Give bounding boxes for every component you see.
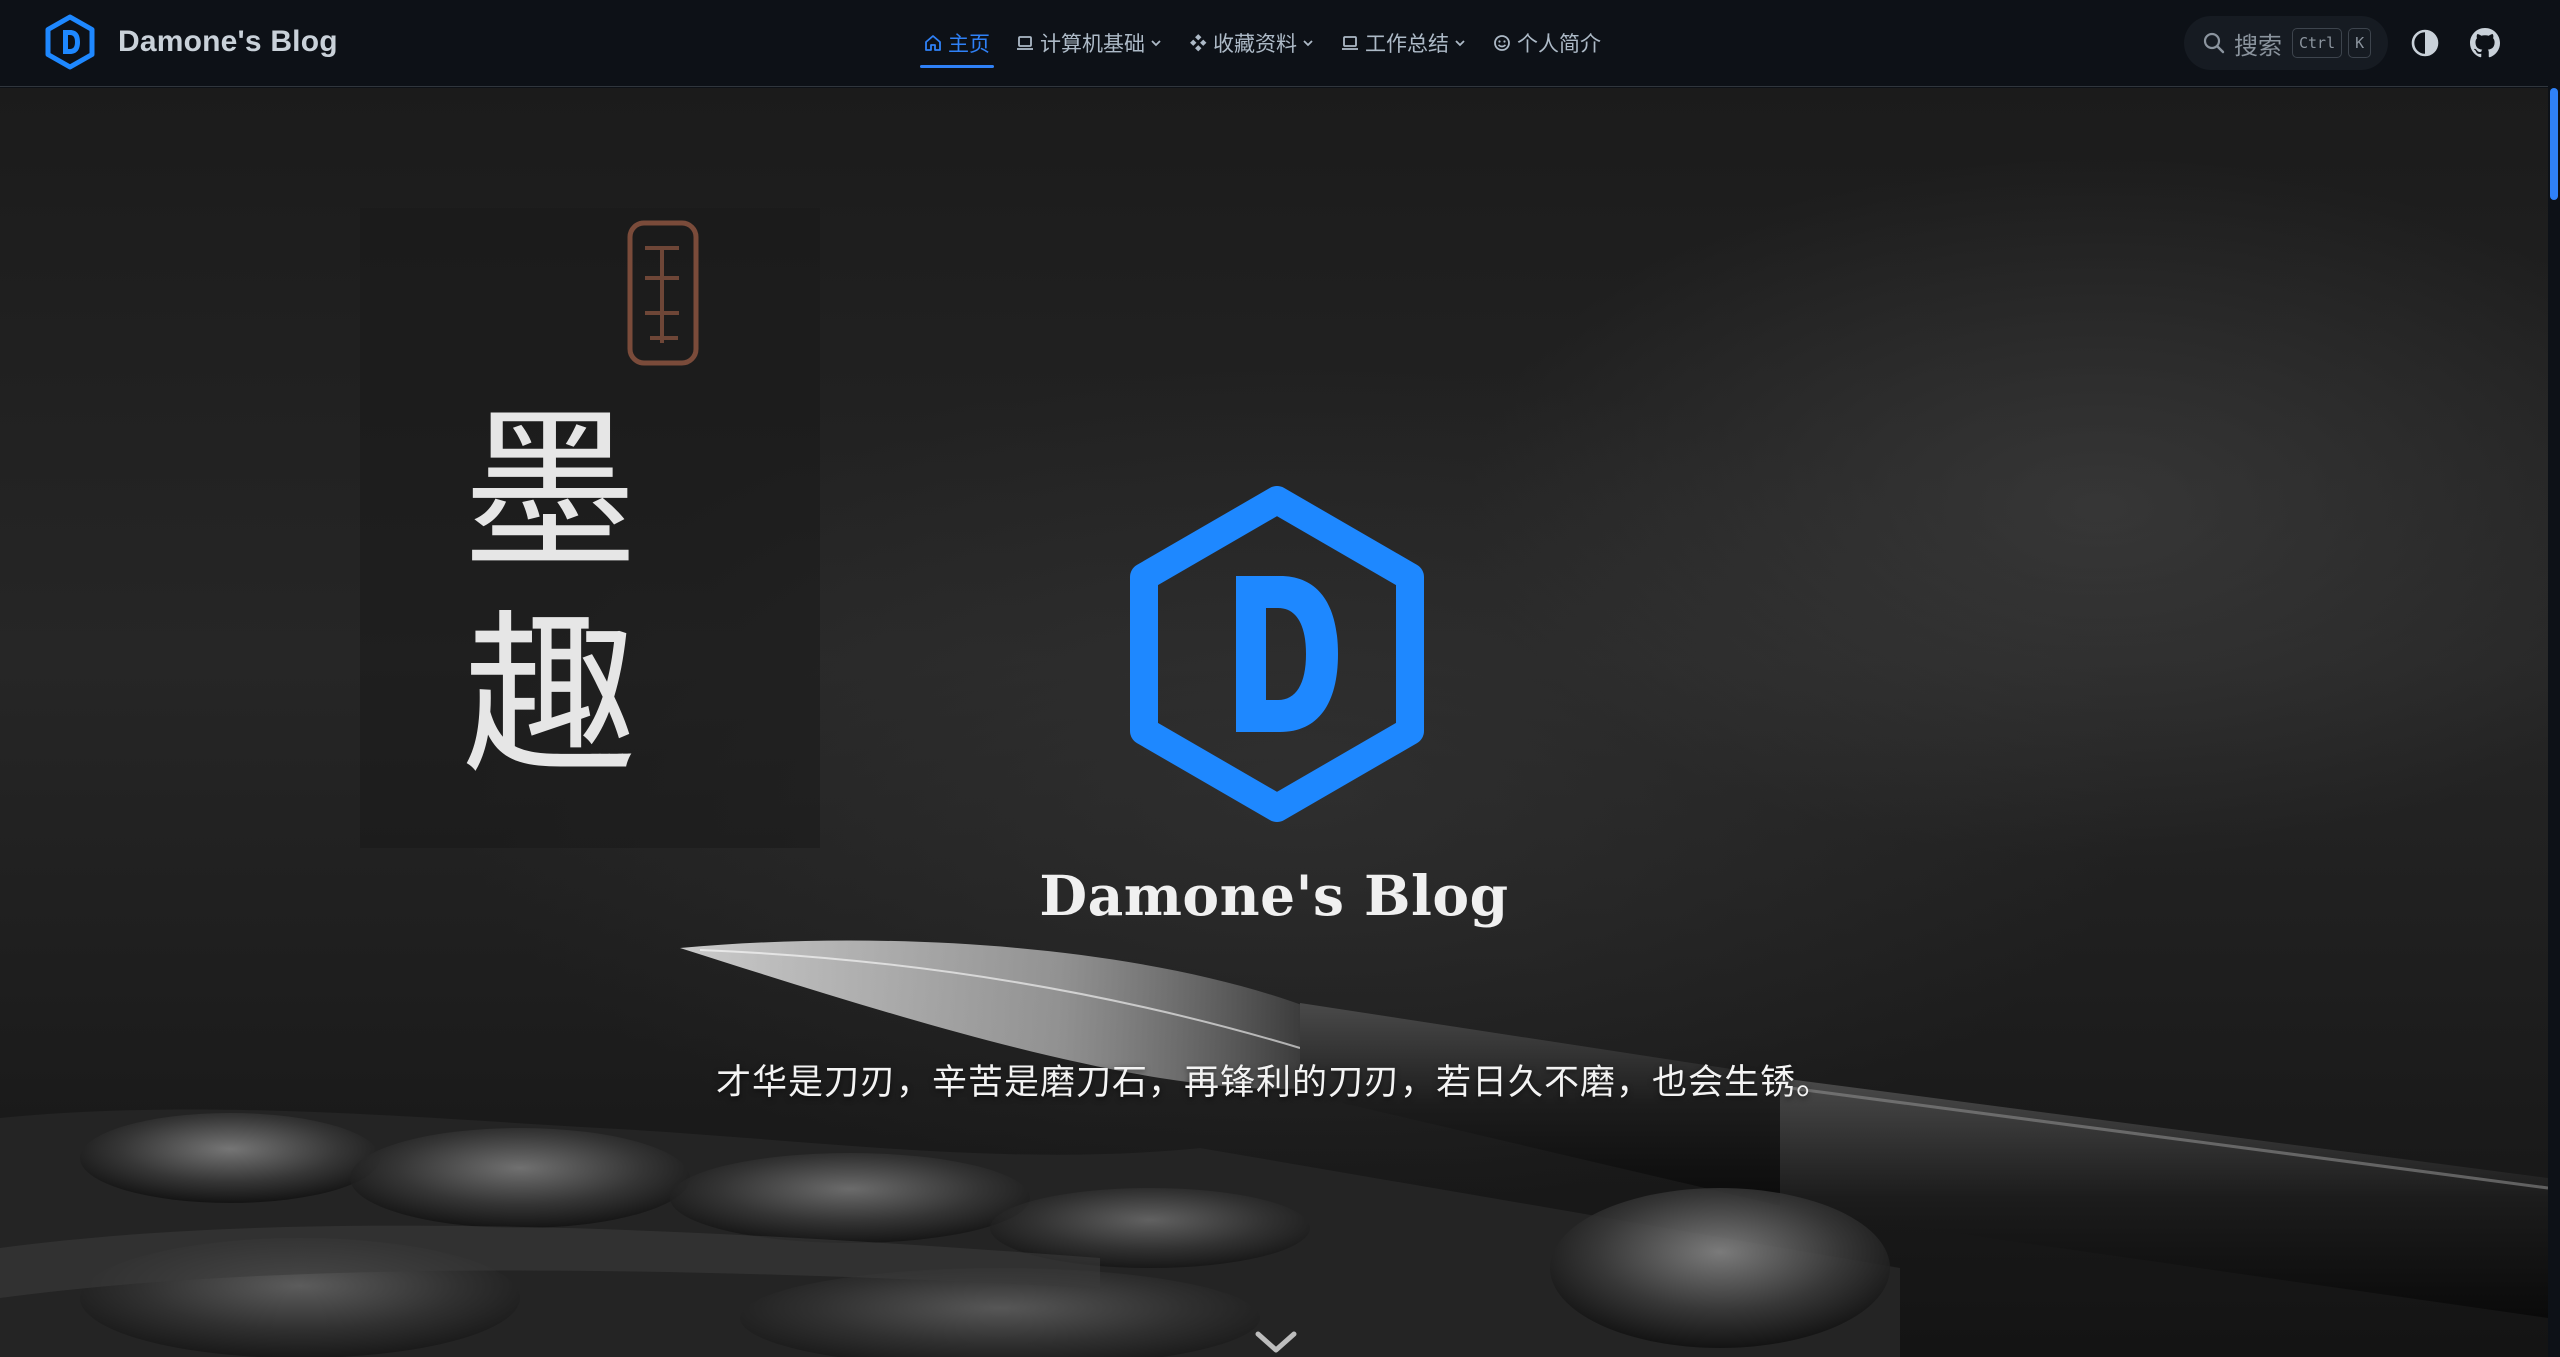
github-icon [2470,28,2500,58]
nav-item-label: 个人简介 [1517,33,1601,56]
hexagon-d-logo-icon [1130,486,1424,822]
contrast-icon [2411,29,2439,57]
home-icon [925,35,941,51]
nav-item-collections[interactable]: 收藏资料 [1183,18,1321,68]
laptop-icon [1342,36,1358,50]
nav-item-about[interactable]: 个人简介 [1487,18,1607,68]
github-link[interactable] [2468,26,2502,60]
smile-icon [1494,35,1510,51]
hexagon-d-logo-icon [45,14,95,70]
nav-item-label: 计算机基础 [1040,33,1145,56]
nav-item-label: 收藏资料 [1213,33,1297,56]
main-nav: 主页 计算机基础 收藏资料 工作总结 个人简介 [918,18,1621,68]
site-title: Damone's Blog [118,25,338,58]
search-button[interactable]: 搜索 Ctrl K [2184,16,2388,70]
calligraphy-char: 趣 [462,596,638,799]
brand-link[interactable]: Damone's Blog [44,14,338,70]
nav-item-label: 主页 [948,33,990,56]
page-scrollbar-track[interactable] [2548,0,2560,1357]
calligraphy-char: 墨 [462,391,638,594]
diamond-grid-icon [1190,34,1207,52]
shortcut-key-ctrl: Ctrl [2292,28,2343,58]
chevron-down-icon [1303,40,1313,47]
page-scrollbar-thumb[interactable] [2550,88,2558,200]
nav-item-computer-basics[interactable]: 计算机基础 [1010,18,1169,68]
shortcut-key-k: K [2348,28,2372,58]
nav-item-work-summary[interactable]: 工作总结 [1335,18,1473,68]
search-label: 搜索 [2234,32,2282,60]
chevron-down-icon [1151,40,1161,47]
laptop-icon [1017,36,1033,50]
chevron-down-icon[interactable] [1252,1328,1300,1356]
theme-toggle-button[interactable] [2408,26,2442,60]
nav-item-label: 工作总结 [1365,33,1449,56]
nav-item-home[interactable]: 主页 [918,18,996,68]
chevron-down-icon [1455,40,1465,47]
search-icon [2203,32,2225,54]
calligraphy-artwork: 墨 趣 [430,390,670,800]
hero-tagline: 才华是刀刃，辛苦是磨刀石，再锋利的刀刃，若日久不磨，也会生锈。 [715,1063,1832,1102]
top-navbar: Damone's Blog 主页 计算机基础 收藏资料 工作总结 个人简介 搜索… [0,0,2548,87]
hero-title: Damone's Blog [1039,863,1509,928]
hero-banner: 墨 趣 Damone's Blog 才华是刀刃，辛苦是磨刀石，再锋利的刀刃，若日… [0,88,2548,1357]
